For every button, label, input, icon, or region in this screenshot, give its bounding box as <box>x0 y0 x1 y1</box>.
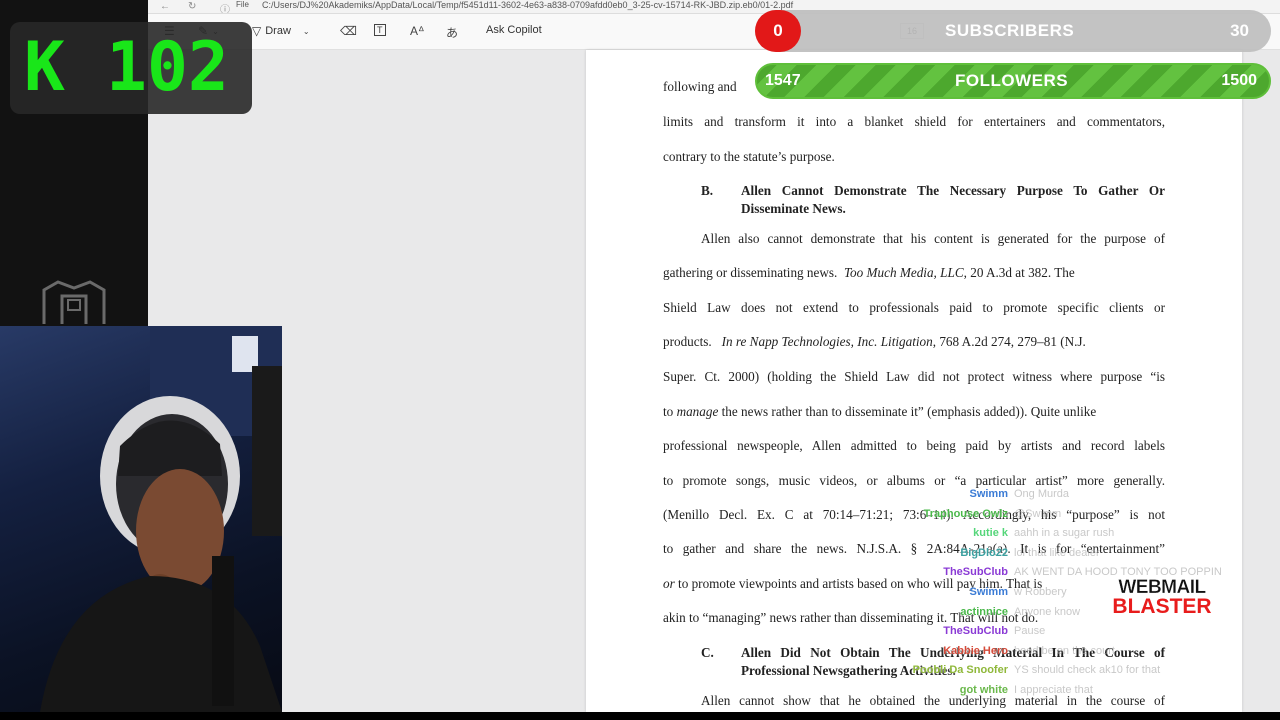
doc-line: Shield Law does not extend to profession… <box>663 300 1165 315</box>
follower-count: 1547 <box>765 72 801 89</box>
doc-line: Allen also cannot demonstrate that his c… <box>701 231 1165 246</box>
subscriber-goal-bar: 0 SUBSCRIBERS 30 <box>755 10 1271 52</box>
logo-k: K <box>24 28 65 107</box>
text-box-icon[interactable]: T <box>374 24 386 36</box>
chat-username: Kabbie Hero <box>943 644 1008 657</box>
channel-logo: K 102 <box>10 22 252 114</box>
doc-line: limits and transform it into a blanket s… <box>663 114 1165 129</box>
chat-username: got white <box>959 684 1008 696</box>
draw-button[interactable]: ▽ Draw ⌄ <box>252 24 310 38</box>
chat-text: hood be on the court <box>1014 644 1115 657</box>
translate-icon[interactable]: あ <box>446 24 458 41</box>
read-aloud-icon[interactable]: Aᐞ <box>410 24 425 38</box>
follower-label: FOLLOWERS <box>955 71 1069 90</box>
chat-text: Pause <box>1014 625 1046 638</box>
back-icon[interactable]: ← <box>160 1 170 12</box>
heading-c-letter: C. <box>701 645 714 660</box>
chat-username: Poobli Da Snoofer <box>912 664 1008 677</box>
chat-text: I appreciate that <box>1014 684 1093 696</box>
ask-copilot-button[interactable]: Ask Copilot <box>486 24 542 36</box>
chat-username: kutie k <box>973 527 1008 540</box>
chat-message: got white I appreciate that <box>900 684 1240 702</box>
chat-username: TheSubClub <box>943 625 1008 638</box>
bottom-bar <box>0 712 1280 720</box>
chat-text: YS should check ak10 for that <box>1014 664 1161 677</box>
chat-username: TheSubClub <box>943 566 1008 579</box>
doc-line: contrary to the statute’s purpose. <box>663 149 835 164</box>
chat-text: w Robbery <box>1014 586 1067 598</box>
follower-goal-bar: 1547 FOLLOWERS 1500 <box>755 63 1271 99</box>
doc-line: products. In re Napp Technologies, Inc. … <box>663 334 1086 349</box>
chat-message: BigDlo22 lol that like dealer <box>900 547 1240 565</box>
doc-line: following and <box>663 79 737 94</box>
chat-message: kutie k aahh in a sugar rush <box>900 527 1240 545</box>
chat-text: lol that like dealer <box>1014 546 1100 559</box>
sponsor-logo: WEBMAIL BLASTER <box>1104 578 1220 618</box>
chat-username: actinnice <box>960 605 1008 618</box>
logo-number: 102 <box>106 28 229 107</box>
doc-line: to manage the news rather than to dissem… <box>663 404 1097 419</box>
heading-b-title-line2: Disseminate News. <box>741 201 846 216</box>
subscriber-label: SUBSCRIBERS <box>945 21 1075 40</box>
draw-icon: ▽ <box>252 24 262 38</box>
doc-line: to promote songs, music videos, or album… <box>663 473 1165 488</box>
url-path[interactable]: C:/Users/DJ%20Akademiks/AppData/Local/Te… <box>262 0 793 10</box>
chat-text: aahh in a sugar rush <box>1014 527 1115 540</box>
refresh-icon[interactable]: ↻ <box>188 1 196 12</box>
chat-text: Anyone know <box>1014 605 1081 618</box>
chat-username: Traphouse Owlz <box>923 507 1008 520</box>
streamer-figure <box>40 326 282 712</box>
heading-b-letter: B. <box>701 183 714 198</box>
chat-text: Ong Murda <box>1014 488 1070 500</box>
chat-username: Swimm <box>969 586 1008 598</box>
subscriber-goal: 30 <box>1230 21 1249 40</box>
heading-b-title: Allen Cannot Demonstrate The Necessary P… <box>741 183 1165 198</box>
chat-username: Swimm <box>969 488 1008 500</box>
chat-message: Kabbie Hero hood be on the court <box>900 645 1240 663</box>
chat-message: Swimm Ong Murda <box>900 488 1240 506</box>
doc-line: Super. Ct. 2000) (holding the Shield Law… <box>663 369 1165 384</box>
chat-message: TheSubClub Pause <box>900 625 1240 643</box>
webcam-feed <box>0 326 282 712</box>
file-tag: File <box>236 0 249 9</box>
chevron-down-icon: ⌄ <box>302 26 310 36</box>
crest-icon <box>42 280 106 324</box>
chat-text: @Swimm <box>1014 507 1062 520</box>
doc-line: professional newspeople, Allen admitted … <box>663 438 1165 453</box>
eraser-icon[interactable]: ⌫ <box>340 24 357 38</box>
chat-message: Poobli Da Snoofer YS should check ak10 fo… <box>900 664 1240 682</box>
sponsor-line2: BLASTER <box>1112 595 1212 618</box>
chat-username: BigDlo22 <box>960 546 1008 559</box>
doc-line: gathering or disseminating news. Too Muc… <box>663 265 1075 280</box>
draw-label: Draw <box>265 25 291 37</box>
chat-message: Traphouse Owlz @Swimm <box>900 508 1240 526</box>
info-icon[interactable]: ⓘ <box>220 1 230 13</box>
subscriber-count: 0 <box>755 10 801 52</box>
follower-goal: 1500 <box>1221 72 1257 89</box>
